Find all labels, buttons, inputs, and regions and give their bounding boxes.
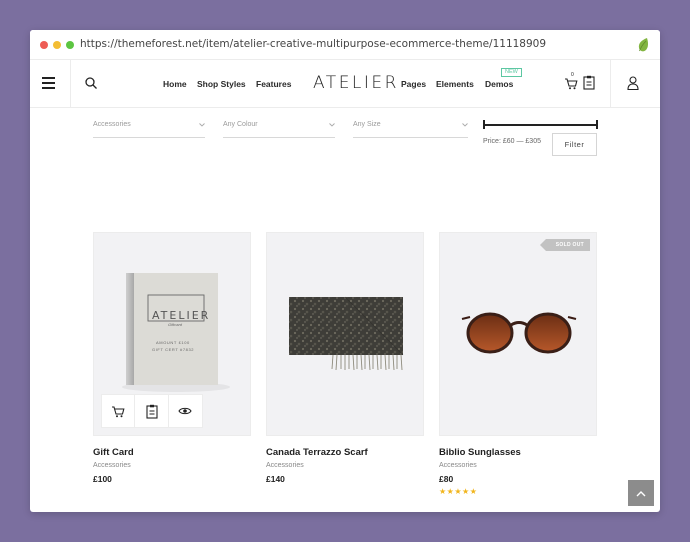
- book-line-1: AMOUNT £100: [156, 340, 190, 345]
- eye-icon: [178, 407, 192, 415]
- nav-home[interactable]: Home: [163, 79, 187, 89]
- gift-card-book-image: [122, 273, 230, 392]
- nav-elements[interactable]: Elements: [436, 79, 474, 89]
- menu-icon[interactable]: [42, 77, 55, 89]
- envato-leaf-icon: [638, 38, 649, 52]
- category-select-value: Accessories: [93, 121, 131, 128]
- chevron-down-icon: [199, 123, 205, 127]
- scarf-image: [289, 296, 404, 371]
- book-title: ATELIER: [152, 309, 211, 322]
- size-select[interactable]: Any Size: [353, 116, 468, 138]
- cart-icon: [112, 406, 125, 418]
- sunglasses-image: [461, 312, 577, 354]
- browser-url-bar: https://themeforest.net/item/atelier-cre…: [30, 30, 660, 60]
- nav-demos[interactable]: Demos: [485, 79, 513, 89]
- product-image[interactable]: [266, 232, 424, 436]
- chevron-up-icon: [636, 490, 646, 496]
- product-image[interactable]: SOLD OUT: [439, 232, 597, 436]
- product-name[interactable]: Gift Card: [93, 447, 134, 458]
- wishlist-icon: [145, 404, 158, 419]
- account-icon[interactable]: [627, 76, 639, 90]
- product-category[interactable]: Accessories: [266, 462, 304, 469]
- add-to-cart-button[interactable]: [102, 395, 136, 427]
- colour-select-value: Any Colour: [223, 121, 258, 128]
- nav-features[interactable]: Features: [256, 79, 291, 89]
- nav-pages[interactable]: Pages: [401, 79, 426, 89]
- cart-icon[interactable]: [564, 76, 578, 90]
- price-max-handle[interactable]: [596, 120, 598, 129]
- book-line-2: GIFT CERT #7832: [152, 347, 195, 352]
- size-select-value: Any Size: [353, 121, 381, 128]
- price-range-track[interactable]: [483, 124, 598, 126]
- price-min-handle[interactable]: [483, 120, 485, 129]
- browser-window: https://themeforest.net/item/atelier-cre…: [30, 30, 660, 512]
- close-window-dot[interactable]: [40, 41, 48, 49]
- search-icon[interactable]: [84, 76, 98, 90]
- filter-button[interactable]: Filter: [552, 133, 597, 156]
- product-category[interactable]: Accessories: [439, 462, 477, 469]
- product-category[interactable]: Accessories: [93, 462, 131, 469]
- product-name[interactable]: Biblio Sunglasses: [439, 447, 521, 458]
- price-range-label: Price: £60 — £305: [483, 138, 541, 145]
- header-divider: [610, 60, 611, 108]
- quick-view-button[interactable]: [169, 395, 202, 427]
- product-price: £80: [439, 474, 454, 484]
- product-image[interactable]: ATELIER Giftcard AMOUNT £100 GIFT CERT #…: [93, 232, 251, 436]
- book-subtitle: Giftcard: [168, 322, 183, 327]
- header-divider: [70, 60, 71, 108]
- site-logo[interactable]: ATELIER: [313, 73, 399, 93]
- cart-count: 0: [571, 72, 574, 78]
- minimize-window-dot[interactable]: [53, 41, 61, 49]
- rating-stars: ★★★★★: [439, 487, 478, 496]
- product-actions: [101, 394, 203, 428]
- colour-select[interactable]: Any Colour: [223, 116, 335, 138]
- site-header: Home Shop Styles Features ATELIER Pages …: [30, 60, 660, 108]
- add-to-wishlist-button[interactable]: [135, 395, 169, 427]
- nav-shop-styles[interactable]: Shop Styles: [197, 79, 246, 89]
- back-to-top-button[interactable]: [628, 480, 654, 506]
- product-price: £140: [266, 474, 285, 484]
- new-badge: NEW: [501, 68, 522, 77]
- product-name[interactable]: Canada Terrazzo Scarf: [266, 447, 368, 458]
- category-select[interactable]: Accessories: [93, 116, 205, 138]
- chevron-down-icon: [462, 123, 468, 127]
- url-text[interactable]: https://themeforest.net/item/atelier-cre…: [80, 38, 546, 50]
- product-price: £100: [93, 474, 112, 484]
- chevron-down-icon: [329, 123, 335, 127]
- sold-out-badge: SOLD OUT: [539, 239, 590, 251]
- wishlist-icon[interactable]: [583, 75, 595, 90]
- maximize-window-dot[interactable]: [66, 41, 74, 49]
